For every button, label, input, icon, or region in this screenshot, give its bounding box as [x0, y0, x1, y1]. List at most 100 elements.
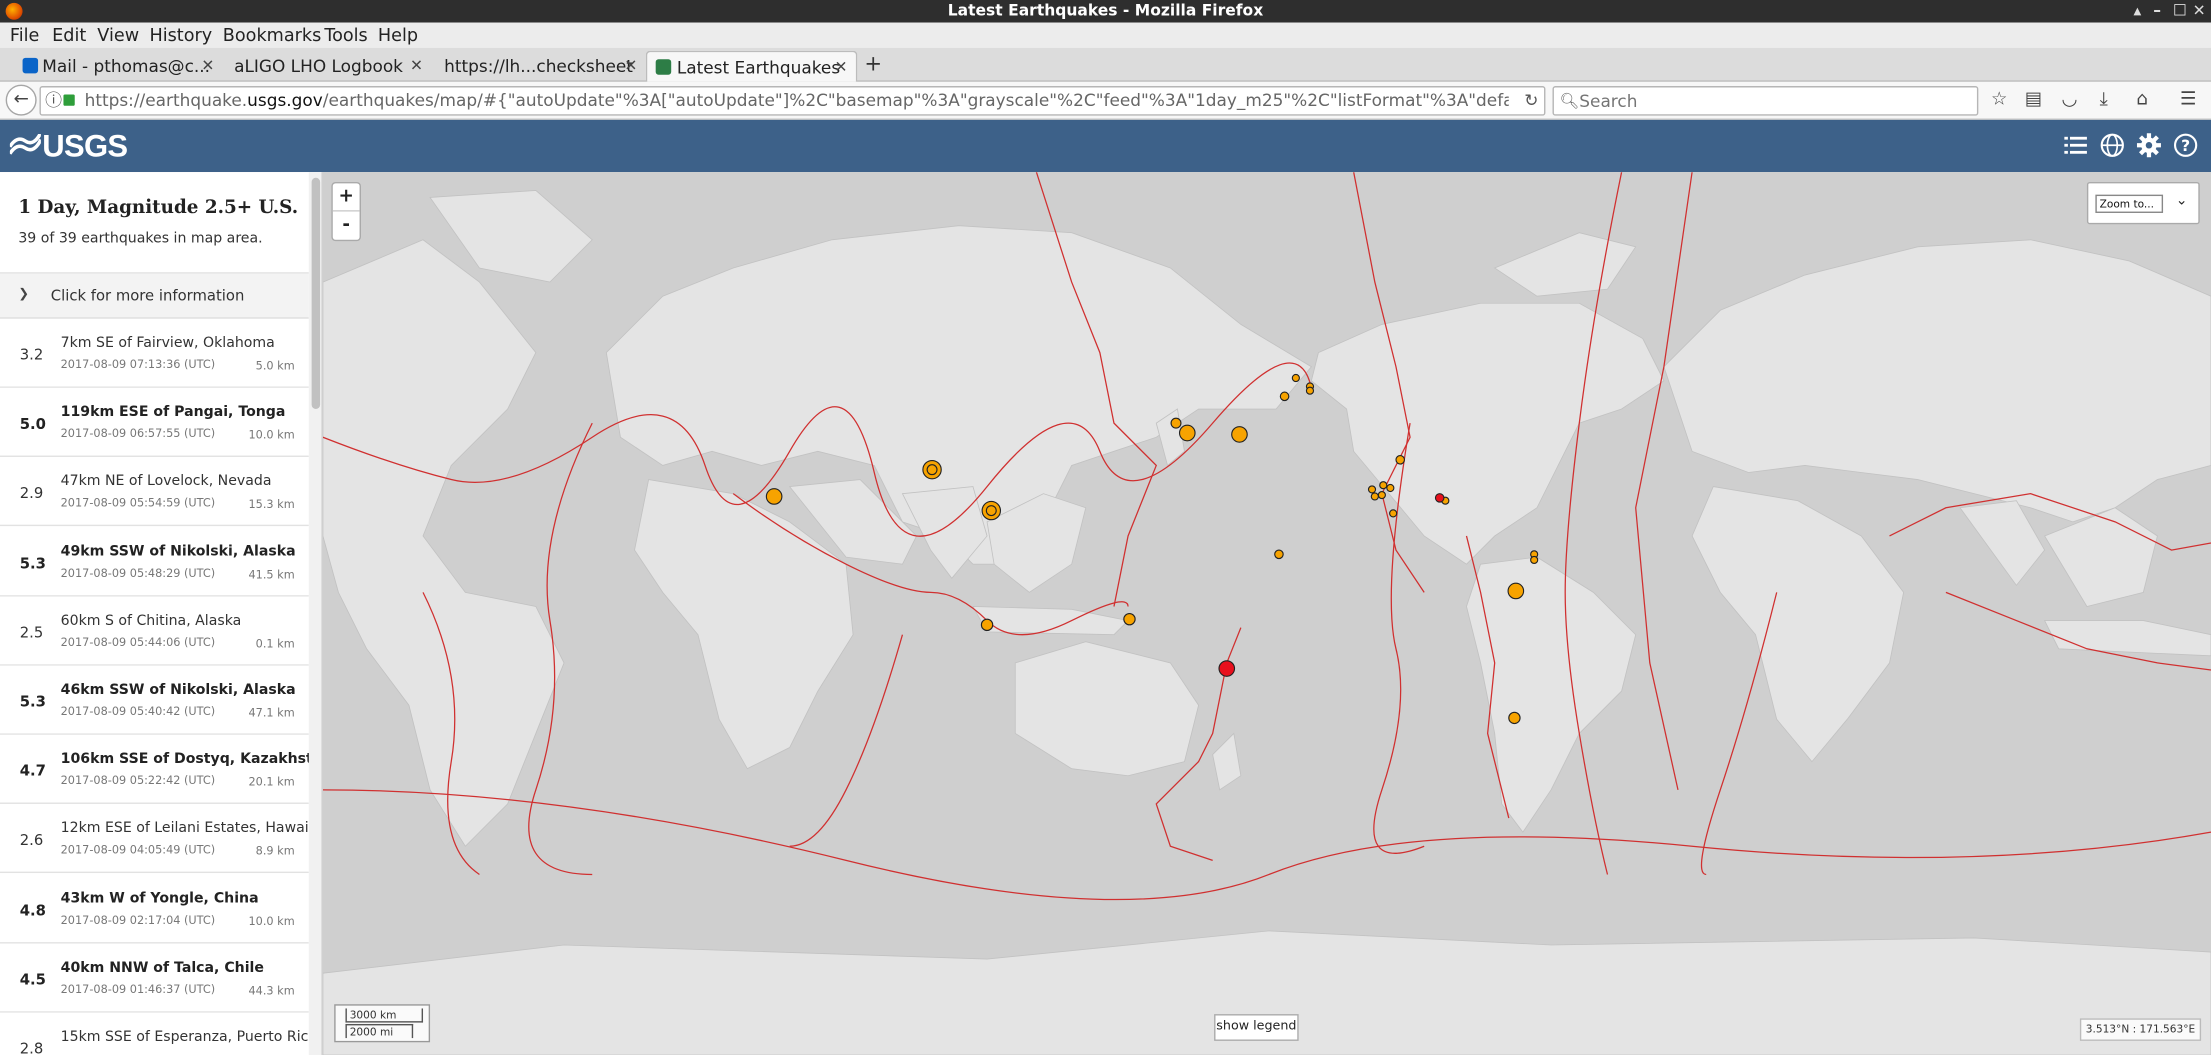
usgs-header: USGS ?: [0, 119, 2211, 173]
quake-marker: [1367, 485, 1377, 494]
list-scrollbar-thumb[interactable]: [311, 177, 321, 410]
scale-km: 3000 km: [345, 1008, 424, 1023]
earthquake-magnitude: 2.6: [19, 832, 44, 850]
reading-list-icon[interactable]: ▤: [2025, 89, 2042, 110]
url-text[interactable]: https://earthquake.usgs.gov/earthquakes/…: [85, 87, 1509, 114]
earthquake-magnitude: 5.3: [19, 555, 46, 573]
earthquake-list-item[interactable]: 2.6 12km ESE of Leilani Estates, Hawaii 20…: [0, 804, 313, 874]
earthquake-time: 2017-08-09 07:13:36 (UTC): [60, 358, 216, 371]
close-tab-icon[interactable]: ✕: [834, 52, 847, 83]
earthquake-magnitude: 5.0: [19, 416, 46, 434]
earthquake-magnitude: 4.8: [19, 902, 46, 920]
earthquake-list-item[interactable]: 2.9 47km NE of Lovelock, Nevada 2017-08-09…: [0, 457, 309, 527]
zoom-to-select[interactable]: Zoom to...: [2095, 194, 2164, 213]
search-icon: 🔍︎: [1559, 91, 1580, 111]
zoom-control: + -: [331, 181, 361, 242]
url-bar[interactable]: ⓘ https://earthquake.usgs.gov/earthquake…: [39, 86, 1546, 116]
quake-marker: [1123, 612, 1136, 626]
back-button[interactable]: ←: [5, 84, 37, 116]
tab-checksheet[interactable]: https://lh...checksheet ✕: [431, 51, 645, 82]
land-masses: [322, 189, 2211, 1055]
search-input[interactable]: [1579, 88, 1975, 113]
menu-view[interactable]: View: [97, 24, 139, 45]
close-tab-icon[interactable]: ✕: [624, 51, 637, 82]
earthquake-list-item[interactable]: 2.8 15km SSE of Esperanza, Puerto Rico: [0, 1012, 317, 1055]
usgs-logo[interactable]: USGS: [9, 128, 128, 165]
quake-marker: [1395, 455, 1406, 465]
bookmark-star-icon[interactable]: ☆: [1991, 89, 2007, 110]
quake-marker: [1377, 490, 1386, 500]
show-legend-button[interactable]: show legend: [1214, 1014, 1299, 1041]
tab-bar: Mail - pthomas@c... ✕ aLIGO LHO Logbook …: [0, 47, 2211, 83]
earthquake-depth: 8.9 km: [255, 845, 295, 859]
world-basemap[interactable]: [322, 172, 2211, 1055]
pocket-icon[interactable]: ◡: [2062, 89, 2078, 110]
earthquake-list-item[interactable]: 5.3 46km SSW of Nikolski, Alaska 2017-08-0…: [0, 665, 309, 735]
home-icon[interactable]: ⌂: [2136, 89, 2148, 110]
earthquake-place: 49km SSW of Nikolski, Alaska: [60, 543, 296, 560]
earthquake-place: 12km ESE of Leilani Estates, Hawaii: [60, 821, 313, 837]
site-info-icon[interactable]: ⓘ: [45, 87, 62, 114]
close-tab-icon[interactable]: ✕: [410, 51, 423, 82]
quake-marker: [1218, 660, 1236, 677]
close-window-icon[interactable]: ✕: [2193, 0, 2206, 23]
menu-bookmarks[interactable]: Bookmarks: [223, 24, 321, 45]
window-menu-icon[interactable]: ▴: [2133, 0, 2141, 23]
scale-mi: 2000 mi: [345, 1023, 414, 1039]
quake-marker: [1291, 373, 1300, 383]
reload-icon[interactable]: ↻: [1524, 87, 1538, 114]
earthquake-depth: 10.0 km: [248, 429, 295, 442]
menu-tools[interactable]: Tools: [324, 24, 367, 45]
earthquake-list-item[interactable]: 5.3 49km SSW of Nikolski, Alaska 2017-08-0…: [0, 526, 309, 597]
chevron-down-icon: ❯: [18, 287, 29, 302]
close-tab-icon[interactable]: ✕: [201, 51, 214, 82]
menu-history[interactable]: History: [149, 24, 212, 45]
earthquake-list-item[interactable]: 4.8 43km W of Yongle, China 2017-08-09 02:…: [0, 873, 309, 944]
tab-label: aLIGO LHO Logbook: [234, 56, 403, 77]
usgs-favicon: [655, 59, 672, 75]
earthquake-place: 15km SSE of Esperanza, Puerto Rico: [60, 1029, 318, 1046]
earthquake-place: 40km NNW of Talca, Chile: [60, 960, 264, 976]
earthquake-time: 2017-08-09 02:17:04 (UTC): [60, 913, 216, 927]
settings-gear-icon[interactable]: [2136, 133, 2161, 158]
earthquake-depth: 0.1 km: [255, 637, 295, 650]
earthquake-list-item[interactable]: 4.7 106km SSE of Dostyq, Kazakhstan 2017-0…: [0, 735, 321, 805]
earthquake-time: 2017-08-09 05:54:59 (UTC): [60, 497, 216, 510]
minimize-icon[interactable]: –: [2153, 0, 2161, 23]
earthquake-list-item[interactable]: 3.2 7km SE of Fairview, Oklahoma 2017-08-0…: [0, 318, 309, 388]
more-info-toggle[interactable]: ❯ Click for more information: [0, 272, 309, 319]
menu-help[interactable]: Help: [378, 24, 418, 45]
list-view-icon[interactable]: [2063, 133, 2088, 158]
zoom-out-button[interactable]: -: [333, 212, 360, 240]
help-icon[interactable]: ?: [2173, 133, 2198, 158]
earthquake-place: 47km NE of Lovelock, Nevada: [60, 474, 272, 490]
earthquake-depth: 41.5 km: [248, 567, 295, 581]
window-title: Latest Earthquakes - Mozilla Firefox: [947, 1, 1264, 20]
zoom-in-button[interactable]: +: [332, 183, 360, 212]
tab-label: https://lh...checksheet: [444, 56, 633, 77]
earthquake-magnitude: 5.3: [19, 693, 46, 711]
chevron-down-icon[interactable]: ⌄: [2176, 193, 2188, 209]
tab-label: Mail - pthomas@c...: [42, 56, 211, 77]
quake-marker: [1279, 391, 1290, 402]
tab-latest-earthquakes[interactable]: Latest Earthquakes ✕: [645, 50, 858, 83]
tab-mail[interactable]: Mail - pthomas@c... ✕: [17, 51, 223, 82]
earthquake-list-item[interactable]: 5.0 119km ESE of Pangai, Tonga 2017-08-09 …: [0, 388, 309, 458]
new-tab-button[interactable]: +: [864, 51, 882, 76]
tab-logbook[interactable]: aLIGO LHO Logbook ✕: [223, 51, 432, 82]
maximize-icon[interactable]: ☐: [2173, 0, 2187, 23]
earthquake-list-item[interactable]: 2.5 60km S of Chitina, Alaska 2017-08-09 0…: [0, 596, 309, 666]
earthquake-time: 2017-08-09 05:48:29 (UTC): [60, 566, 216, 580]
hamburger-menu-icon[interactable]: ☰: [2180, 89, 2196, 110]
earthquake-depth: 5.0 km: [255, 359, 295, 373]
quake-marker: [985, 505, 997, 517]
menu-file[interactable]: File: [10, 24, 40, 45]
earthquake-map[interactable]: + - Zoom to... ⌄ 3000 km 2000 mi show le…: [322, 172, 2211, 1055]
earthquake-depth: 15.3 km: [248, 498, 295, 512]
search-box[interactable]: 🔍︎: [1552, 86, 1979, 116]
download-icon[interactable]: ⤓: [2100, 89, 2108, 110]
earthquake-list-item[interactable]: 4.5 40km NNW of Talca, Chile 2017-08-09 01…: [0, 943, 309, 1013]
quake-marker: [1274, 549, 1284, 560]
map-globe-icon[interactable]: [2100, 133, 2125, 158]
menu-edit[interactable]: Edit: [52, 24, 86, 45]
